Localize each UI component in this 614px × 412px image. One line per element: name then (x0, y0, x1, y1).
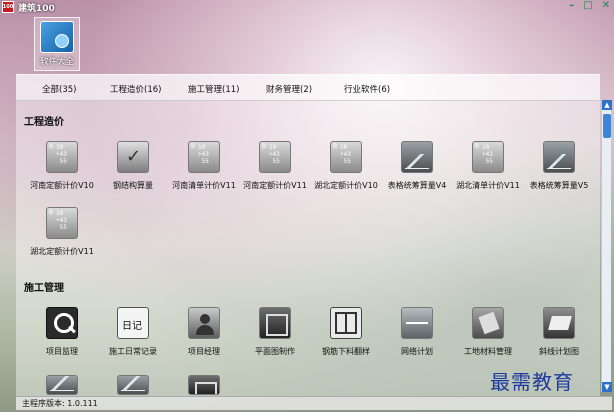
software-tile[interactable]: 项目监理 (26, 307, 98, 357)
software-tile[interactable]: 斜线计划图 (523, 307, 595, 357)
software-label: 表格统筹算量V4 (387, 181, 447, 190)
scroll-down-icon[interactable]: ▼ (602, 382, 612, 392)
scroll-thumb[interactable] (603, 114, 611, 138)
chart-icon (46, 375, 78, 395)
software-tile[interactable] (97, 375, 169, 395)
calculator-icon (330, 141, 362, 173)
version-text: 主程序版本: 1.0.111 (22, 399, 98, 408)
tab-construction[interactable]: 施工管理(11) (188, 83, 239, 95)
software-panel: 全部(35) 工程造价(16) 施工管理(11) 财务管理(2) 行业软件(6)… (16, 74, 600, 396)
software-label: 湖北定额计价V10 (314, 181, 378, 190)
software-tile[interactable] (168, 375, 240, 395)
tab-industry[interactable]: 行业软件(6) (344, 83, 390, 95)
software-tile[interactable]: 表格统筹算量V5 (523, 141, 595, 191)
software-suite-icon (40, 21, 74, 53)
software-label: 河南定额计价V11 (243, 181, 307, 190)
software-tile[interactable]: 表格统筹算量V4 (381, 141, 453, 191)
software-label: 斜线计划图 (539, 347, 579, 356)
software-label: 项目监理 (46, 347, 78, 356)
watermark: 最需教育 (490, 370, 574, 394)
diary-icon (117, 307, 149, 339)
software-suite-label: 软件大全 (39, 57, 74, 67)
software-tile[interactable]: 施工日常记录 (97, 307, 169, 357)
chart-icon (117, 375, 149, 395)
app-logo-icon: 100 (2, 1, 14, 13)
software-tile[interactable]: 湖北清单计价V11 (452, 141, 524, 191)
software-suite-button[interactable]: 软件大全 (34, 17, 80, 71)
close-button[interactable]: ✕ (602, 0, 610, 11)
software-tile[interactable]: 项目经理 (168, 307, 240, 357)
title-bar: 100 建筑100 – □ ✕ (0, 0, 614, 14)
software-label: 河南清单计价V11 (172, 181, 236, 190)
person-icon (188, 307, 220, 339)
software-label: 河南定额计价V10 (30, 181, 94, 190)
floor-plan-icon (259, 307, 291, 339)
network-plan-icon (401, 307, 433, 339)
calculator-icon (46, 141, 78, 173)
calculator-icon (188, 141, 220, 173)
software-label: 平面图制作 (255, 347, 295, 356)
gantt-icon (543, 307, 575, 339)
software-label: 钢结构算量 (113, 181, 153, 190)
scroll-up-icon[interactable]: ▲ (602, 100, 612, 110)
software-label: 钢筋下料翻样 (322, 347, 370, 356)
material-icon (472, 307, 504, 339)
tab-cost[interactable]: 工程造价(16) (110, 83, 161, 95)
software-tile[interactable]: 平面图制作 (239, 307, 311, 357)
software-tile[interactable]: 钢筋下料翻样 (310, 307, 382, 357)
software-label: 湖北定额计价V11 (30, 247, 94, 256)
chart-icon (543, 141, 575, 173)
software-label: 施工日常记录 (109, 347, 157, 356)
software-tile[interactable]: 钢结构算量 (97, 141, 169, 191)
chart-icon (401, 141, 433, 173)
tab-all[interactable]: 全部(35) (42, 83, 76, 95)
software-tile[interactable]: 河南定额计价V10 (26, 141, 98, 191)
software-label: 工地材料管理 (464, 347, 512, 356)
rebar-icon (330, 307, 362, 339)
software-tile[interactable]: 河南清单计价V11 (168, 141, 240, 191)
software-tile[interactable]: 网络计划 (381, 307, 453, 357)
software-label: 网络计划 (401, 347, 433, 356)
software-label: 表格统筹算量V5 (529, 181, 589, 190)
calculator-icon (472, 141, 504, 173)
vertical-scrollbar[interactable]: ▲ ▼ (601, 100, 612, 392)
tool-icon (188, 375, 220, 395)
search-icon (46, 307, 78, 339)
software-tile[interactable]: 湖北定额计价V11 (26, 207, 98, 257)
software-label: 项目经理 (188, 347, 220, 356)
steel-structure-icon (117, 141, 149, 173)
minimize-button[interactable]: – (569, 0, 574, 11)
calculator-icon (46, 207, 78, 239)
maximize-button[interactable]: □ (583, 0, 592, 11)
software-tile[interactable]: 河南定额计价V11 (239, 141, 311, 191)
software-tile[interactable] (26, 375, 98, 395)
category-tabs: 全部(35) 工程造价(16) 施工管理(11) 财务管理(2) 行业软件(6) (16, 75, 600, 101)
window-controls: – □ ✕ (569, 0, 610, 11)
software-tile[interactable]: 工地材料管理 (452, 307, 524, 357)
calculator-icon (259, 141, 291, 173)
tab-finance[interactable]: 财务管理(2) (266, 83, 312, 95)
section-title-cost: 工程造价 (24, 117, 64, 128)
software-label: 湖北清单计价V11 (456, 181, 520, 190)
software-tile[interactable]: 湖北定额计价V10 (310, 141, 382, 191)
status-bar: 主程序版本: 1.0.111 (16, 396, 612, 410)
window-title: 建筑100 (18, 3, 55, 14)
section-title-construction: 施工管理 (24, 283, 64, 294)
